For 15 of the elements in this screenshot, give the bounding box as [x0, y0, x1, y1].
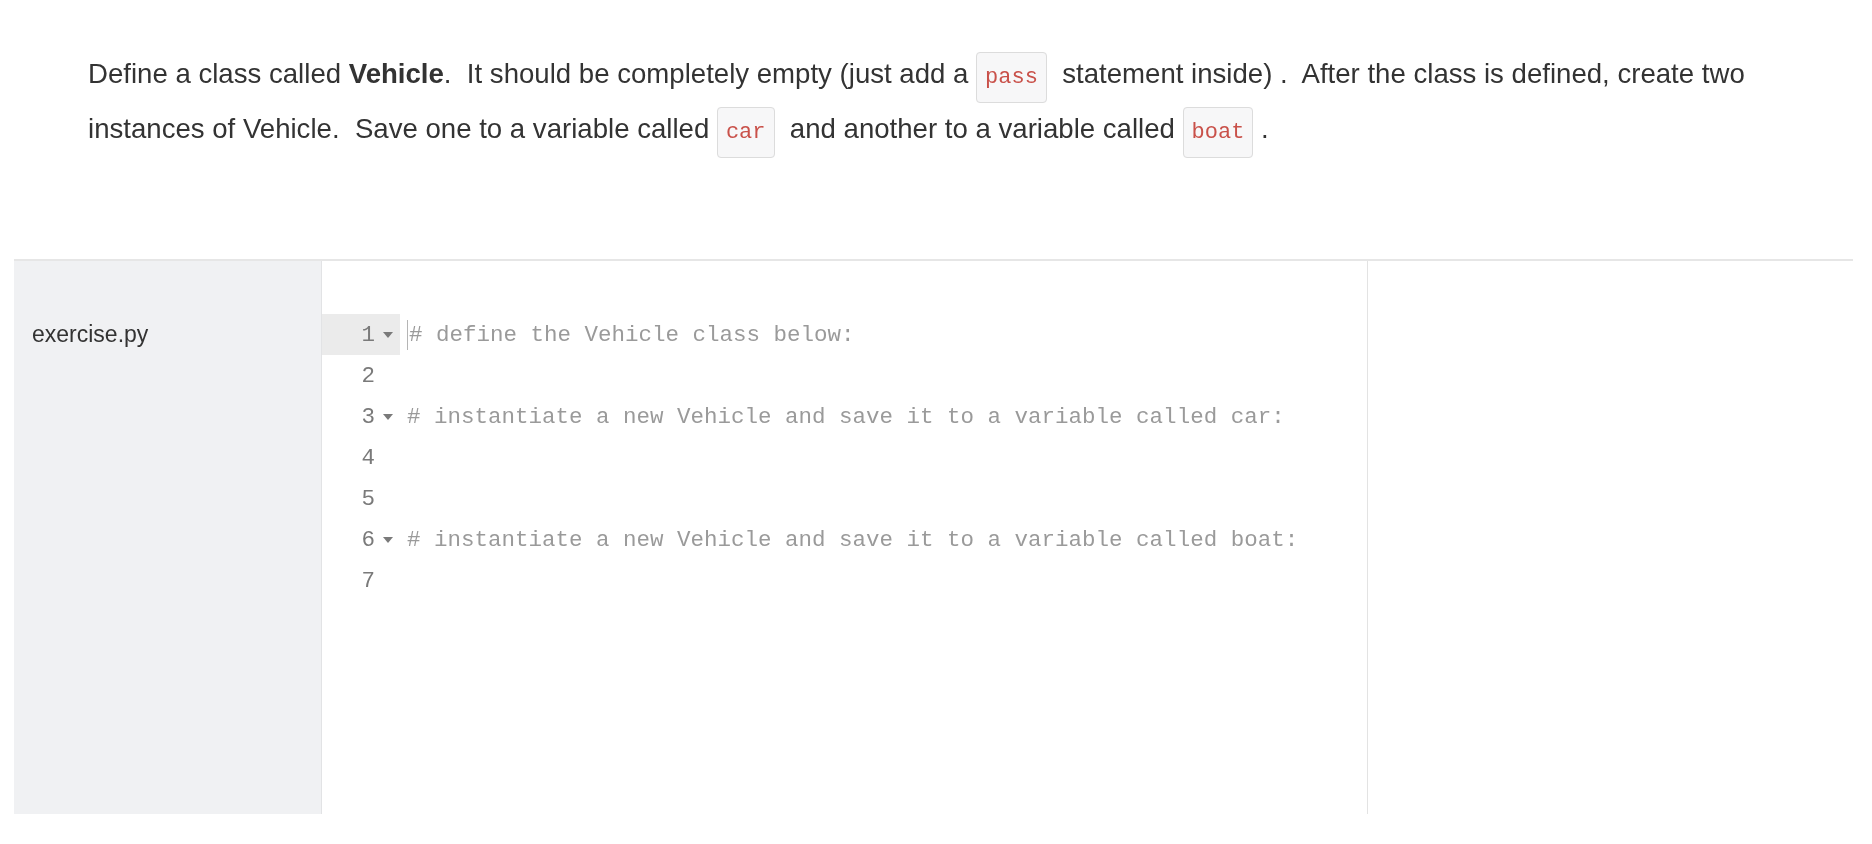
line-number: 4: [361, 443, 375, 473]
code-line: # instantiate a new Vehicle and save it to a variable called car:: [407, 402, 1285, 432]
line-number: 5: [361, 484, 375, 514]
line-number: 6: [361, 525, 375, 555]
caret-icon[interactable]: [383, 413, 393, 420]
instructions-text: Define a class called Vehicle. It should be completely empty (just add a pass statement inside) . After the class is defined, create two instances of Vehicle. Save one to a variable called car and another to a variable called boat .: [88, 48, 1828, 158]
line-number: 2: [361, 361, 375, 391]
line-number: 7: [361, 566, 375, 596]
code-line: # define the Vehicle class below:: [409, 320, 855, 350]
code-line: # instantiate a new Vehicle and save it to a variable called boat:: [407, 525, 1299, 555]
file-item[interactable]: exercise.py: [32, 319, 149, 349]
caret-icon[interactable]: [383, 536, 393, 543]
line-number: 1: [361, 320, 375, 350]
line-number: 3: [361, 402, 375, 432]
caret-icon[interactable]: [383, 331, 393, 338]
